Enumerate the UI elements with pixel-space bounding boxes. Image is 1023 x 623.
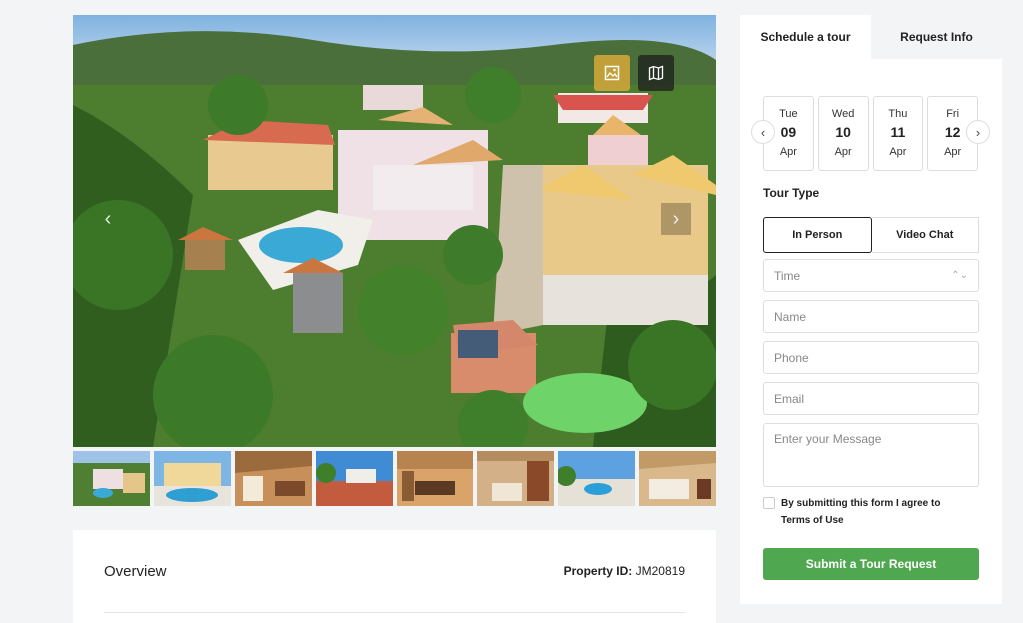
date-option[interactable]: Thu 11 Apr [872,96,924,171]
dates-next-button[interactable]: › [966,120,990,144]
thumbnail-image [234,451,312,506]
tab-schedule-tour[interactable]: Schedule a tour [740,15,871,59]
name-input[interactable]: Name [763,300,979,333]
thumbnail-pool-courtyard[interactable] [153,451,231,506]
thumbnail-kitchen[interactable] [477,451,555,506]
tour-type-selector: In Person Video Chat [763,217,979,253]
thumbnail-bedroom[interactable] [639,451,716,506]
map-icon [648,65,664,81]
thumbnail-image [315,451,393,506]
thumbnail-image [396,451,474,506]
thumbnail-dining-room[interactable] [396,451,474,506]
thumbnail-aerial-villa[interactable] [73,451,150,506]
image-icon [604,65,620,81]
thumbnail-image [639,451,716,506]
overview-title: Overview [104,563,167,580]
chevron-left-icon: ‹ [760,124,766,140]
thumbnail-image [477,451,555,506]
name-placeholder: Name [774,309,807,324]
main-photo[interactable]: ‹ › [73,15,716,447]
date-picker: Tue 09 Apr Wed 10 Apr Thu 11 Apr Fri 12 … [763,96,978,171]
terms-checkbox[interactable] [763,497,775,509]
dates-prev-button[interactable]: ‹ [751,120,775,144]
chevron-right-icon: › [672,207,680,230]
date-weekday: Thu [888,108,908,120]
date-day: 11 [890,124,906,140]
next-photo-button[interactable]: › [661,203,691,235]
date-month: Apr [834,146,852,158]
tour-type-video-chat[interactable]: Video Chat [871,217,979,253]
time-select-placeholder: Time [774,268,801,283]
select-caret-icon: ⌃⌄ [951,270,968,281]
message-textarea[interactable]: Enter your Message [763,423,979,487]
date-weekday: Wed [831,108,855,120]
thumbnail-living-room[interactable] [234,451,312,506]
tab-request-info[interactable]: Request Info [871,15,1002,59]
schedule-form: Tue 09 Apr Wed 10 Apr Thu 11 Apr Fri 12 … [740,59,1002,604]
terms-consent: By submitting this form I agree to Terms… [763,495,979,529]
date-weekday: Tue [779,108,798,120]
tour-request-panel: Schedule a tour Request Info Tue 09 Apr … [740,15,1002,605]
email-input[interactable]: Email [763,382,979,415]
photo-view-button[interactable] [594,55,630,91]
email-placeholder: Email [774,391,805,406]
date-month: Apr [889,146,907,158]
map-view-button[interactable] [638,55,674,91]
thumbnail-pool-deck[interactable] [558,451,636,506]
terms-of-use-link[interactable]: Terms of Use [781,512,940,529]
thumbnail-image [73,451,150,506]
terms-text: By submitting this form I agree to Terms… [781,495,940,529]
terms-text-line: By submitting this form I agree to [781,498,941,509]
chevron-left-icon: ‹ [104,207,112,230]
overview-section: Overview Property ID: JM20819 [73,530,716,623]
date-day: 10 [835,124,851,140]
panel-tabs: Schedule a tour Request Info [740,15,1002,59]
thumbnail-image [153,451,231,506]
divider [104,612,685,613]
chevron-right-icon: › [975,124,981,140]
message-placeholder: Enter your Message [774,432,882,446]
tour-type-label: Tour Type [763,186,820,200]
date-weekday: Fri [946,108,960,120]
thumbnail-exterior-drive[interactable] [315,451,393,506]
thumbnail-image [558,451,636,506]
property-id-value: JM20819 [635,564,685,578]
date-month: Apr [944,146,962,158]
phone-placeholder: Phone [774,350,809,365]
submit-tour-request-button[interactable]: Submit a Tour Request [763,548,979,580]
date-month: Apr [779,146,797,158]
property-id-label: Property ID: [563,564,633,578]
time-select[interactable]: Time ⌃⌄ [763,259,979,292]
tour-type-in-person[interactable]: In Person [763,217,872,253]
previous-photo-button[interactable]: ‹ [93,203,123,235]
phone-input[interactable]: Phone [763,341,979,374]
date-option[interactable]: Wed 10 Apr [817,96,869,171]
property-id: Property ID: JM20819 [564,564,685,578]
thumbnail-strip [73,451,716,506]
